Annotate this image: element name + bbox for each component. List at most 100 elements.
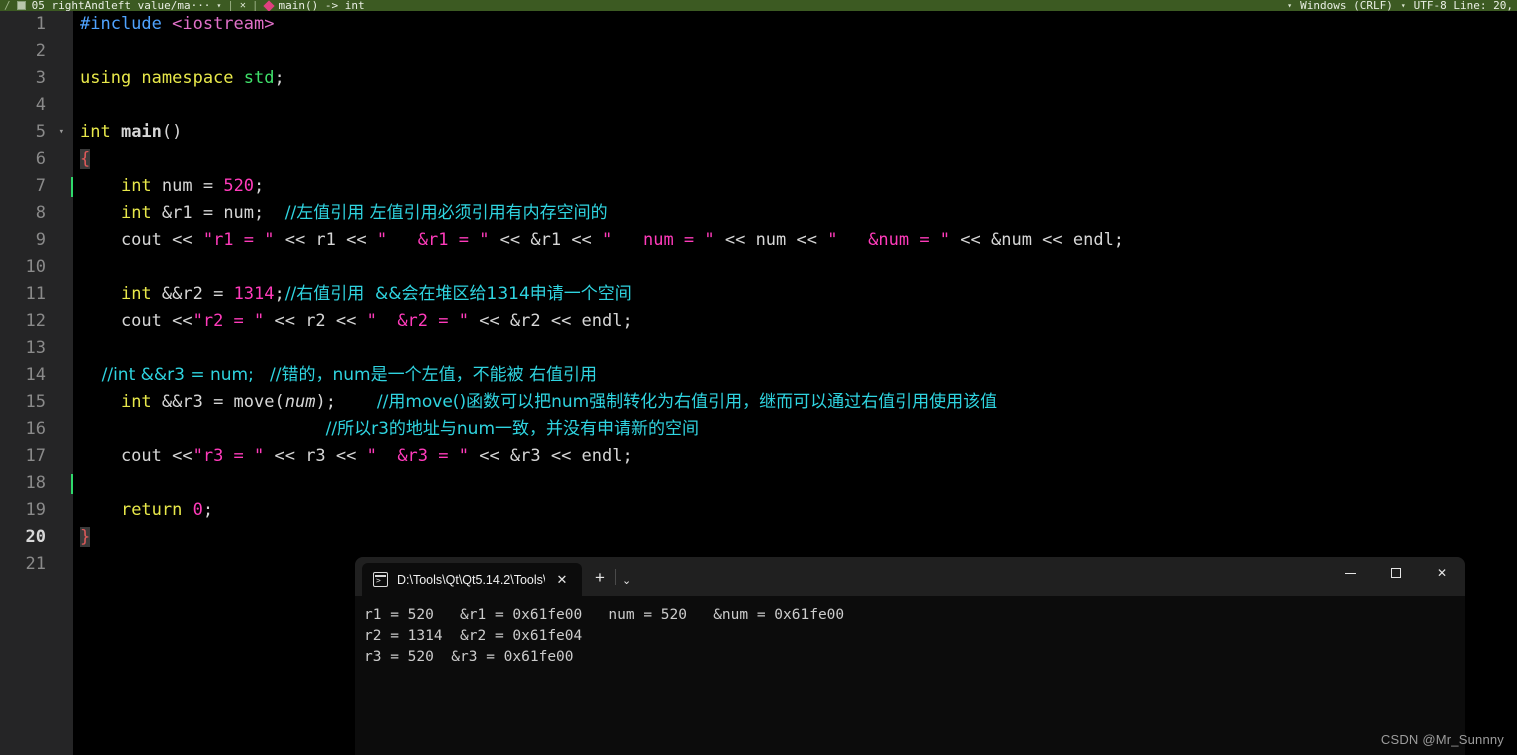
code-line[interactable]: //所以r3的地址与num一致，并没有申请新的空间: [73, 416, 1517, 443]
line-ending-selector[interactable]: Windows (CRLF): [1300, 0, 1393, 11]
terminal-tab-title: D:\Tools\Qt\Qt5.14.2\Tools\Qt: [397, 572, 545, 587]
watermark: CSDN @Mr_Sunnny: [1380, 732, 1504, 747]
code-line[interactable]: int &&r2 = 1314;//右值引用 &&会在堆区给1314申请一个空间: [73, 281, 1517, 308]
code-token: }: [80, 527, 91, 547]
maximize-icon: [1391, 568, 1401, 578]
symbol-selector[interactable]: main() -> int: [279, 0, 365, 11]
terminal-output-line: r2 = 1314 &r2 = 0x61fe04: [364, 628, 583, 644]
code-token: num: [284, 392, 316, 412]
code-token: return: [120, 500, 193, 520]
code-token: << &num << endl;: [950, 230, 1125, 250]
encoding-and-position[interactable]: UTF-8 Line: 20,: [1414, 0, 1513, 11]
minimize-button[interactable]: [1327, 557, 1373, 589]
console-icon: [373, 572, 388, 587]
line-number[interactable]: 5 ▾: [0, 119, 73, 146]
code-token: 520: [223, 176, 255, 196]
line-number[interactable]: 8: [0, 200, 73, 227]
tab-close-icon[interactable]: ✕: [554, 572, 570, 588]
code-token: " num = ": [602, 230, 715, 250]
code-line[interactable]: using namespace std;: [73, 65, 1517, 92]
code-token: cout <<: [80, 230, 203, 250]
code-line[interactable]: int num = 520;: [73, 173, 1517, 200]
code-token: ;: [202, 500, 214, 520]
line-number[interactable]: 17: [0, 443, 73, 470]
code-line[interactable]: //int &&r3 = num; //错的，num是一个左值，不能被 右值引用: [73, 362, 1517, 389]
code-line[interactable]: [73, 38, 1517, 65]
back-forward-slash-icon[interactable]: /: [4, 0, 11, 11]
line-number[interactable]: 13: [0, 335, 73, 362]
code-line[interactable]: }: [73, 524, 1517, 551]
breadcrumb-chevron-down-icon[interactable]: ▾: [216, 1, 221, 10]
line-number[interactable]: 21: [0, 551, 73, 578]
line-number[interactable]: 14: [0, 362, 73, 389]
code-token: {: [80, 149, 91, 169]
file-icon[interactable]: [16, 1, 26, 10]
code-token: "r1 = ": [202, 230, 275, 250]
terminal-output-line: r3 = 520 &r3 = 0x61fe00: [364, 649, 574, 665]
terminal-output-line: r1 = 520 &r1 = 0x61fe00 num = 520 &num =…: [364, 607, 845, 623]
line-number[interactable]: 6: [0, 146, 73, 173]
code-line[interactable]: int &&r3 = move(num); //用move()函数可以把num强…: [73, 389, 1517, 416]
code-token: 1314: [233, 284, 275, 304]
symbol-marker-icon: [262, 0, 275, 11]
line-number[interactable]: 11: [0, 281, 73, 308]
code-token: //左值引用 左值引用必须引用有内存空间的: [284, 203, 608, 223]
code-line[interactable]: [73, 470, 1517, 497]
line-number[interactable]: 9: [0, 227, 73, 254]
screen-root: / 05_rightAndleft_value/ma··· ▾ | ✕ | ma…: [0, 0, 1517, 755]
code-line[interactable]: [73, 92, 1517, 119]
code-line[interactable]: return 0;: [73, 497, 1517, 524]
minimize-icon: [1344, 572, 1356, 574]
code-token: ;: [254, 176, 265, 196]
tab-dropdown-chevron-icon[interactable]: ⌄: [622, 574, 631, 587]
code-line[interactable]: {: [73, 146, 1517, 173]
maximize-button[interactable]: [1373, 557, 1419, 589]
terminal-tab[interactable]: D:\Tools\Qt\Qt5.14.2\Tools\Qt ✕: [362, 563, 582, 596]
encoding-chevron-down-icon[interactable]: ▾: [1401, 1, 1406, 10]
line-number[interactable]: 10: [0, 254, 73, 281]
code-token: << r1 <<: [274, 230, 377, 250]
code-token: << &r2 << endl;: [468, 311, 633, 331]
code-line[interactable]: cout <<"r2 = " << r2 << " &r2 = " << &r2…: [73, 308, 1517, 335]
code-token: " &r3 = ": [366, 446, 469, 466]
terminal-titlebar[interactable]: D:\Tools\Qt\Qt5.14.2\Tools\Qt ✕ + ⌄ ✕: [355, 557, 1465, 596]
code-line[interactable]: int &r1 = num; //左值引用 左值引用必须引用有内存空间的: [73, 200, 1517, 227]
line-number[interactable]: 16: [0, 416, 73, 443]
line-number[interactable]: 20: [0, 524, 73, 551]
line-number[interactable]: 15: [0, 389, 73, 416]
code-line[interactable]: #include <iostream>: [73, 11, 1517, 38]
topbar-divider-2: |: [251, 0, 259, 11]
code-token: << &r3 << endl;: [468, 446, 633, 466]
line-number[interactable]: 4: [0, 92, 73, 119]
line-number[interactable]: 7: [0, 173, 73, 200]
line-number[interactable]: 19: [0, 497, 73, 524]
terminal-window[interactable]: D:\Tools\Qt\Qt5.14.2\Tools\Qt ✕ + ⌄ ✕ r1…: [355, 557, 1465, 755]
code-line[interactable]: cout <<"r3 = " << r3 << " &r3 = " << &r3…: [73, 443, 1517, 470]
line-ending-chevron-down-icon[interactable]: ▾: [1287, 1, 1292, 10]
line-number-gutter[interactable]: 1 2 3 4 5 ▾ 6 7 8 9 10 11 12 13 14 15 16 17 18 19 20 21: [0, 11, 73, 755]
code-line[interactable]: [73, 254, 1517, 281]
code-token: //所以r3的地址与num一致，并没有申请新的空间: [325, 419, 700, 439]
line-number[interactable]: 18: [0, 470, 73, 497]
line-number[interactable]: 2: [0, 38, 73, 65]
line-number[interactable]: 12: [0, 308, 73, 335]
code-line[interactable]: int main(): [73, 119, 1517, 146]
code-line[interactable]: [73, 335, 1517, 362]
close-window-button[interactable]: ✕: [1419, 557, 1465, 589]
line-number[interactable]: 1: [0, 11, 73, 38]
fold-chevron-down-icon[interactable]: ▾: [59, 119, 64, 146]
code-token: << &r1 <<: [489, 230, 603, 250]
code-line[interactable]: cout << "r1 = " << r1 << " &r1 = " << &r…: [73, 227, 1517, 254]
code-token: "r2 = ": [192, 311, 265, 331]
topbar-divider: |: [227, 0, 234, 11]
terminal-output[interactable]: r1 = 520 &r1 = 0x61fe00 num = 520 &num =…: [355, 596, 1465, 755]
breadcrumb-path[interactable]: 05_rightAndleft_value/ma···: [32, 0, 211, 11]
topbar-left-group: / 05_rightAndleft_value/ma··· ▾ | ✕ | ma…: [0, 0, 365, 11]
titlebar-divider: [615, 569, 616, 585]
code-token: (): [161, 122, 183, 142]
line-number[interactable]: 3: [0, 65, 73, 92]
close-icon[interactable]: ✕: [240, 0, 246, 11]
new-tab-icon[interactable]: +: [591, 568, 609, 588]
